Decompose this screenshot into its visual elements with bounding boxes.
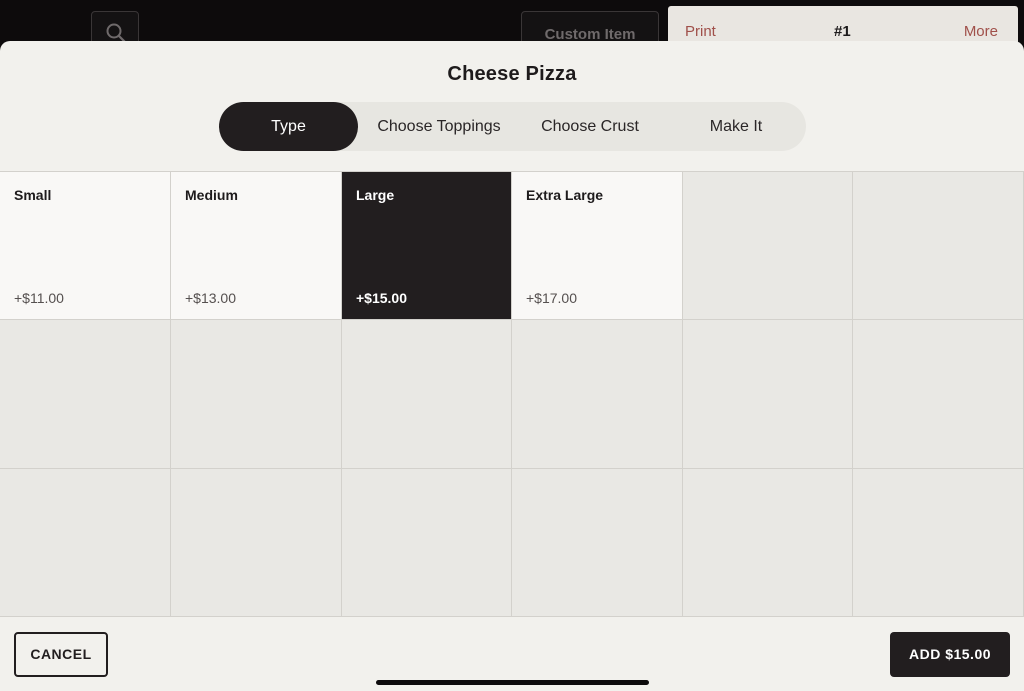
empty-cell xyxy=(512,320,683,469)
empty-cell xyxy=(853,172,1024,320)
option-price: +$11.00 xyxy=(14,290,64,306)
background-top-bar: Custom Item Print #1 More xyxy=(0,0,1024,51)
empty-cell xyxy=(342,320,512,469)
option-name: Extra Large xyxy=(526,187,604,203)
empty-cell xyxy=(683,469,853,617)
tab-choose-crust[interactable]: Choose Crust xyxy=(519,102,661,151)
tab-make-it[interactable]: Make It xyxy=(669,102,803,151)
option-medium[interactable]: Medium +$13.00 xyxy=(171,172,342,320)
item-modal: Cheese Pizza Type Choose Toppings Choose… xyxy=(0,41,1024,691)
tab-choose-toppings[interactable]: Choose Toppings xyxy=(364,102,514,151)
step-tabs: Type Choose Toppings Choose Crust Make I… xyxy=(219,102,806,151)
empty-cell xyxy=(342,469,512,617)
add-to-order-button[interactable]: ADD $15.00 xyxy=(890,632,1010,677)
empty-cell xyxy=(853,469,1024,617)
option-name: Medium xyxy=(185,187,238,203)
empty-cell xyxy=(0,469,171,617)
option-price: +$15.00 xyxy=(356,290,407,306)
option-name: Large xyxy=(356,187,395,203)
ticket-number: #1 xyxy=(834,23,851,40)
option-name: Small xyxy=(14,187,52,203)
option-large[interactable]: Large +$15.00 xyxy=(342,172,512,320)
cancel-button[interactable]: CANCEL xyxy=(14,632,108,677)
ticket-header: Print #1 More xyxy=(668,6,1018,46)
more-button[interactable]: More xyxy=(964,23,998,40)
print-button[interactable]: Print xyxy=(685,23,716,40)
option-extra-large[interactable]: Extra Large +$17.00 xyxy=(512,172,683,320)
modal-title: Cheese Pizza xyxy=(447,63,577,85)
option-grid: Small +$11.00 Medium +$13.00 Large +$15.… xyxy=(0,171,1024,617)
option-small[interactable]: Small +$11.00 xyxy=(0,172,171,320)
option-price: +$13.00 xyxy=(185,290,236,306)
empty-cell xyxy=(683,320,853,469)
empty-cell xyxy=(853,320,1024,469)
empty-cell xyxy=(512,469,683,617)
option-price: +$17.00 xyxy=(526,290,577,306)
empty-cell xyxy=(171,320,342,469)
empty-cell xyxy=(683,172,853,320)
empty-cell xyxy=(171,469,342,617)
home-indicator[interactable] xyxy=(376,680,649,685)
tab-type[interactable]: Type xyxy=(219,102,358,151)
empty-cell xyxy=(0,320,171,469)
